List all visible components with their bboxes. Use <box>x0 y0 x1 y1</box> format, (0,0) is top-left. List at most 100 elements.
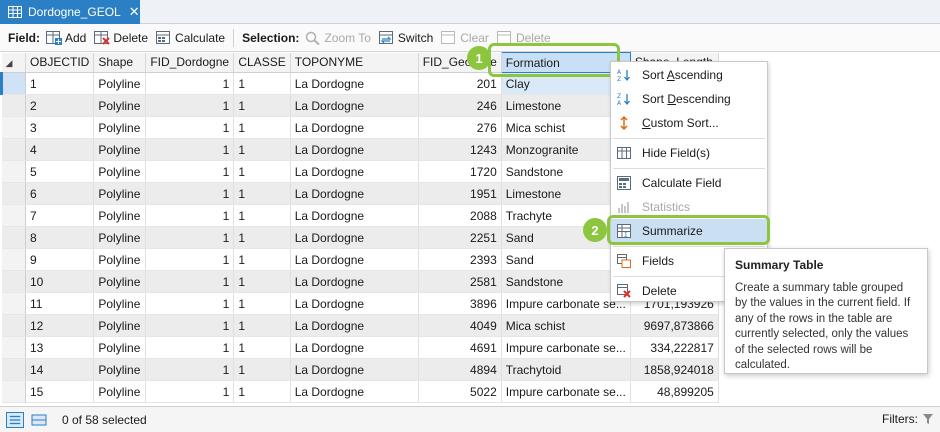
table-cell[interactable]: La Dordogne <box>290 336 419 359</box>
table-cell[interactable]: La Dordogne <box>290 270 419 293</box>
switch-selection-button[interactable]: Switch <box>378 30 433 45</box>
table-cell[interactable]: 1 <box>233 94 291 117</box>
row-selector[interactable] <box>0 72 26 95</box>
row-selector[interactable] <box>1 204 26 227</box>
table-cell[interactable]: 11 <box>25 292 95 315</box>
table-cell[interactable]: La Dordogne <box>290 204 419 227</box>
table-cell[interactable]: 1 <box>145 138 235 161</box>
table-cell[interactable]: Polyline <box>93 358 147 381</box>
column-header-shape[interactable]: Shape <box>93 52 147 73</box>
column-header-toponyme[interactable]: TOPONYME <box>290 52 419 73</box>
table-cell[interactable]: 1 <box>145 314 235 337</box>
row-selector[interactable] <box>1 226 26 249</box>
table-cell[interactable]: 4 <box>25 138 95 161</box>
table-cell[interactable]: 1 <box>145 116 235 139</box>
table-cell[interactable]: 1 <box>233 380 291 403</box>
table-cell[interactable]: Polyline <box>93 160 147 183</box>
table-cell[interactable]: 2251 <box>418 226 502 249</box>
table-cell[interactable]: 201 <box>418 72 502 95</box>
table-cell[interactable]: 1 <box>233 204 291 227</box>
table-cell[interactable]: 1720 <box>418 160 502 183</box>
row-selector[interactable] <box>1 292 26 315</box>
table-cell[interactable]: 1 <box>145 94 235 117</box>
menu-item-sort-ascending[interactable]: AZ Sort Ascending <box>611 63 767 87</box>
menu-item-sort-descending[interactable]: ZA Sort Descending <box>611 87 767 111</box>
add-field-button[interactable]: Add <box>46 30 86 45</box>
table-cell[interactable]: 1 <box>145 182 235 205</box>
table-cell[interactable]: 1 <box>233 116 291 139</box>
menu-item-hide-fields[interactable]: Hide Field(s) <box>611 141 767 165</box>
table-cell[interactable]: 1 <box>233 292 291 315</box>
table-cell[interactable]: Polyline <box>93 314 147 337</box>
table-cell[interactable]: Polyline <box>93 138 147 161</box>
table-cell[interactable]: 276 <box>418 116 502 139</box>
table-cell[interactable]: 1 <box>145 226 235 249</box>
column-header-objectid[interactable]: OBJECTID <box>25 52 95 73</box>
table-cell[interactable]: Impure carbonate se... <box>501 380 631 403</box>
table-cell[interactable]: 12 <box>25 314 95 337</box>
row-selector[interactable] <box>1 138 26 161</box>
table-cell[interactable]: La Dordogne <box>290 160 419 183</box>
table-cell[interactable]: 13 <box>25 336 95 359</box>
table-cell[interactable]: 4894 <box>418 358 502 381</box>
table-cell[interactable]: 1 <box>145 72 235 95</box>
table-cell[interactable]: 1 <box>233 72 291 95</box>
table-cell[interactable]: 1243 <box>418 138 502 161</box>
table-cell[interactable]: Polyline <box>93 94 147 117</box>
table-cell[interactable]: 6 <box>25 182 95 205</box>
show-selected-records-icon[interactable] <box>30 412 48 428</box>
table-cell[interactable]: La Dordogne <box>290 72 419 95</box>
table-cell[interactable]: 1 <box>233 248 291 271</box>
table-cell[interactable]: 1 <box>25 72 95 95</box>
menu-item-custom-sort[interactable]: Custom Sort... <box>611 111 767 135</box>
table-cell[interactable]: 1 <box>145 292 235 315</box>
column-header-classe[interactable]: CLASSE <box>233 52 291 73</box>
row-selector[interactable] <box>1 380 26 403</box>
row-selector[interactable] <box>1 270 26 293</box>
calculate-field-button[interactable]: Calculate <box>156 30 225 45</box>
table-cell[interactable]: La Dordogne <box>290 380 419 403</box>
table-cell[interactable]: 1 <box>233 160 291 183</box>
row-selector[interactable] <box>1 116 26 139</box>
table-cell[interactable]: 2393 <box>418 248 502 271</box>
row-selector[interactable] <box>1 336 26 359</box>
column-header-fid-dordogne[interactable]: FID_Dordogne <box>145 52 235 73</box>
table-cell[interactable]: 8 <box>25 226 95 249</box>
table-cell[interactable]: Polyline <box>93 380 147 403</box>
table-cell[interactable]: 1 <box>145 380 235 403</box>
table-cell[interactable]: 3 <box>25 116 95 139</box>
row-selector[interactable] <box>1 314 26 337</box>
delete-field-button[interactable]: Delete <box>94 30 148 45</box>
table-cell[interactable]: 1 <box>145 336 235 359</box>
table-cell[interactable]: Polyline <box>93 204 147 227</box>
table-cell[interactable]: 4049 <box>418 314 502 337</box>
table-cell[interactable]: Mica schist <box>501 314 631 337</box>
row-selector[interactable] <box>1 182 26 205</box>
table-cell[interactable]: 10 <box>25 270 95 293</box>
table-cell[interactable]: 5022 <box>418 380 502 403</box>
table-cell[interactable]: 1 <box>145 358 235 381</box>
table-cell[interactable]: 1 <box>233 226 291 249</box>
table-cell[interactable]: 246 <box>418 94 502 117</box>
tab-dordogne-geol[interactable]: Dordogne_GEOL ✕ <box>0 0 140 24</box>
table-cell[interactable]: 1858,924018 <box>630 358 719 381</box>
table-cell[interactable]: 1 <box>145 204 235 227</box>
table-cell[interactable]: Polyline <box>93 72 147 95</box>
table-cell[interactable]: 1 <box>145 160 235 183</box>
table-cell[interactable]: 2088 <box>418 204 502 227</box>
table-cell[interactable]: Polyline <box>93 270 147 293</box>
table-cell[interactable]: 1 <box>233 314 291 337</box>
table-cell[interactable]: 7 <box>25 204 95 227</box>
table-cell[interactable]: 3896 <box>418 292 502 315</box>
table-cell[interactable]: Polyline <box>93 292 147 315</box>
table-row[interactable]: 15 Polyline 1 1 La Dordogne 5022 Impure carbon… <box>1 380 719 403</box>
table-cell[interactable]: 1 <box>145 270 235 293</box>
table-cell[interactable]: La Dordogne <box>290 248 419 271</box>
table-cell[interactable]: La Dordogne <box>290 226 419 249</box>
table-cell[interactable]: 4691 <box>418 336 502 359</box>
table-cell[interactable]: 5 <box>25 160 95 183</box>
table-cell[interactable]: 1 <box>145 248 235 271</box>
table-cell[interactable]: La Dordogne <box>290 94 419 117</box>
row-selector[interactable] <box>1 160 26 183</box>
table-cell[interactable]: La Dordogne <box>290 314 419 337</box>
